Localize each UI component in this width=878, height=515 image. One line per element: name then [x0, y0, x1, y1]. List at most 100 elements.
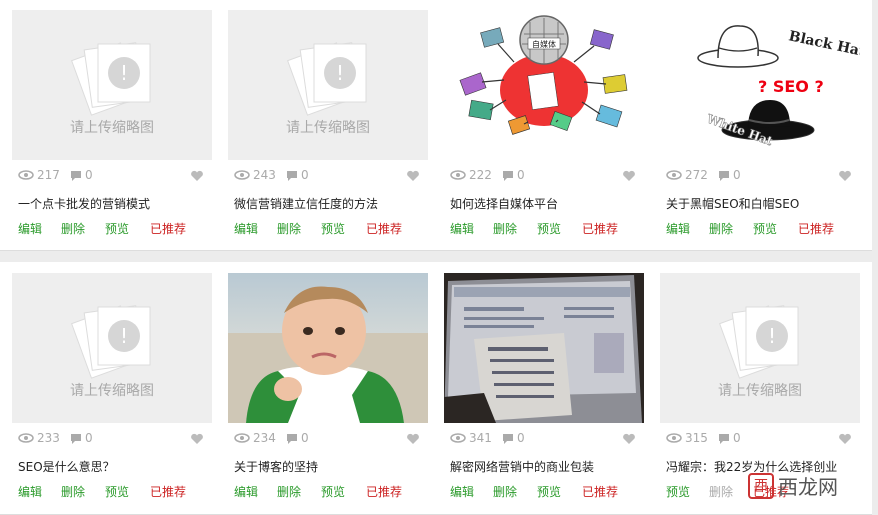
card-stats: 243 0 — [228, 166, 428, 188]
card-actions: 编辑 删除 预览 已推荐 — [444, 220, 644, 238]
heart-icon[interactable] — [190, 170, 204, 182]
eye-icon — [234, 170, 250, 180]
thumbnail-image[interactable]: 自媒体 — [444, 10, 644, 160]
delete-button[interactable]: 删除 — [61, 220, 85, 237]
thumbnail-placeholder[interactable]: ! 请上传缩略图 — [228, 10, 428, 160]
image-placeholder-icon: ! — [719, 305, 799, 379]
card-stats: 222 0 — [444, 166, 644, 188]
eye-icon — [450, 170, 466, 180]
site-watermark: 西 西龙网 — [748, 471, 838, 500]
placeholder-label: 请上传缩略图 — [70, 383, 154, 399]
thumbnail-placeholder[interactable]: ! 请上传缩略图 — [12, 273, 212, 423]
recommended-button[interactable]: 已推荐 — [366, 483, 402, 500]
preview-button[interactable]: 预览 — [321, 220, 345, 237]
comment-count: 0 — [286, 431, 309, 445]
comment-icon — [287, 170, 297, 181]
delete-button[interactable]: 删除 — [493, 483, 517, 500]
comment-count: 0 — [502, 168, 525, 182]
heart-icon[interactable] — [838, 170, 852, 182]
preview-button[interactable]: 预览 — [537, 483, 561, 500]
delete-button[interactable]: 删除 — [709, 483, 733, 500]
view-count: 272 — [666, 168, 708, 182]
edit-button[interactable]: 编辑 — [234, 483, 258, 500]
thumbnail-placeholder[interactable]: ! 请上传缩略图 — [660, 273, 860, 423]
recommended-button[interactable]: 已推荐 — [150, 220, 186, 237]
article-title[interactable]: 如何选择自媒体平台 — [444, 195, 644, 212]
preview-button[interactable]: 预览 — [321, 483, 345, 500]
card-stats: 234 0 — [228, 429, 428, 451]
delete-button[interactable]: 删除 — [493, 220, 517, 237]
recommended-button[interactable]: 已推荐 — [582, 220, 618, 237]
article-card: ! 请上传缩略图 243 0 微信营销建立信任度的方法 编辑 删除 预览 已推荐 — [228, 10, 428, 238]
recommended-button[interactable]: 已推荐 — [582, 483, 618, 500]
media-cartoon-illustration: 自媒体 — [459, 15, 628, 135]
heart-icon[interactable] — [190, 433, 204, 445]
article-card: 自媒体 222 0 如何选择自媒体平台 编辑 删除 预览 已推荐 — [444, 10, 644, 238]
preview-button[interactable]: 预览 — [105, 220, 129, 237]
card-stats: 233 0 — [12, 429, 212, 451]
heart-icon[interactable] — [622, 170, 636, 182]
thumbnail-image[interactable]: Black Hat ? SEO ? White Hat — [660, 10, 860, 160]
card-actions: 编辑 删除 预览 已推荐 — [12, 483, 212, 501]
edit-button[interactable]: 编辑 — [18, 220, 42, 237]
svg-text:!: ! — [120, 324, 128, 348]
edit-button[interactable]: 编辑 — [234, 220, 258, 237]
edit-button[interactable]: 编辑 — [450, 483, 474, 500]
article-card: ! 请上传缩略图 233 0 SEO是什么意思？ 编辑 删除 预览 已推荐 — [12, 273, 212, 501]
heart-icon[interactable] — [622, 433, 636, 445]
article-title[interactable]: 一个点卡批发的营销模式 — [12, 195, 212, 212]
thumbnail-image[interactable] — [444, 273, 644, 423]
view-count: 243 — [234, 168, 276, 182]
seo-label: ? SEO ? — [758, 77, 824, 96]
article-title[interactable]: 关于博客的坚持 — [228, 458, 428, 475]
delete-button[interactable]: 删除 — [61, 483, 85, 500]
view-count: 341 — [450, 431, 492, 445]
comment-icon — [71, 170, 81, 181]
placeholder-label: 请上传缩略图 — [718, 383, 802, 399]
thumbnail-placeholder[interactable]: ! 请上传缩略图 — [12, 10, 212, 160]
edit-button[interactable]: 编辑 — [666, 220, 690, 237]
heart-icon[interactable] — [406, 433, 420, 445]
article-card: 341 0 解密网络营销中的商业包装 编辑 删除 预览 已推荐 — [444, 273, 644, 501]
baby-photo — [228, 273, 428, 423]
recommended-button[interactable]: 已推荐 — [798, 220, 834, 237]
view-count: 217 — [18, 168, 60, 182]
heart-icon[interactable] — [406, 170, 420, 182]
edit-button[interactable]: 编辑 — [18, 483, 42, 500]
black-hat-label: Black Hat — [787, 28, 860, 60]
article-title[interactable]: 关于黑帽SEO和白帽SEO — [660, 195, 860, 212]
preview-button[interactable]: 预览 — [666, 483, 690, 500]
delete-button[interactable]: 删除 — [277, 483, 301, 500]
recommended-button[interactable]: 已推荐 — [366, 220, 402, 237]
card-stats: 315 0 — [660, 429, 860, 451]
comment-icon — [503, 170, 513, 181]
comment-count: 0 — [70, 168, 93, 182]
recommended-button[interactable]: 已推荐 — [150, 483, 186, 500]
article-card: ! 请上传缩略图 315 0 冯耀宗：我22岁为什么选择创业 预览 删除 已推荐 — [660, 273, 860, 501]
preview-button[interactable]: 预览 — [753, 220, 777, 237]
article-title[interactable]: 解密网络营销中的商业包装 — [444, 458, 644, 475]
article-card: Black Hat ? SEO ? White Hat 272 0 关于黑帽SE… — [660, 10, 860, 238]
comment-count: 0 — [718, 168, 741, 182]
comment-count: 0 — [718, 431, 741, 445]
article-title[interactable]: 微信营销建立信任度的方法 — [228, 195, 428, 212]
delete-button[interactable]: 删除 — [709, 220, 733, 237]
preview-button[interactable]: 预览 — [105, 483, 129, 500]
thumbnail-image[interactable] — [228, 273, 428, 423]
eye-icon — [234, 433, 250, 443]
row-panel-1: ! 请上传缩略图 217 0 一个点卡批发的营销模式 编辑 删除 预览 已推荐 — [0, 0, 872, 251]
view-count: 315 — [666, 431, 708, 445]
comment-icon — [503, 433, 513, 444]
comment-icon — [719, 170, 729, 181]
heart-icon[interactable] — [838, 433, 852, 445]
eye-icon — [18, 433, 34, 443]
eye-icon — [666, 170, 682, 180]
comment-count: 0 — [286, 168, 309, 182]
preview-button[interactable]: 预览 — [537, 220, 561, 237]
delete-button[interactable]: 删除 — [277, 220, 301, 237]
article-title[interactable]: SEO是什么意思？ — [12, 458, 212, 475]
edit-button[interactable]: 编辑 — [450, 220, 474, 237]
card-actions: 编辑 删除 预览 已推荐 — [660, 220, 860, 238]
card-actions: 编辑 删除 预览 已推荐 — [12, 220, 212, 238]
placeholder-label: 请上传缩略图 — [70, 120, 154, 136]
